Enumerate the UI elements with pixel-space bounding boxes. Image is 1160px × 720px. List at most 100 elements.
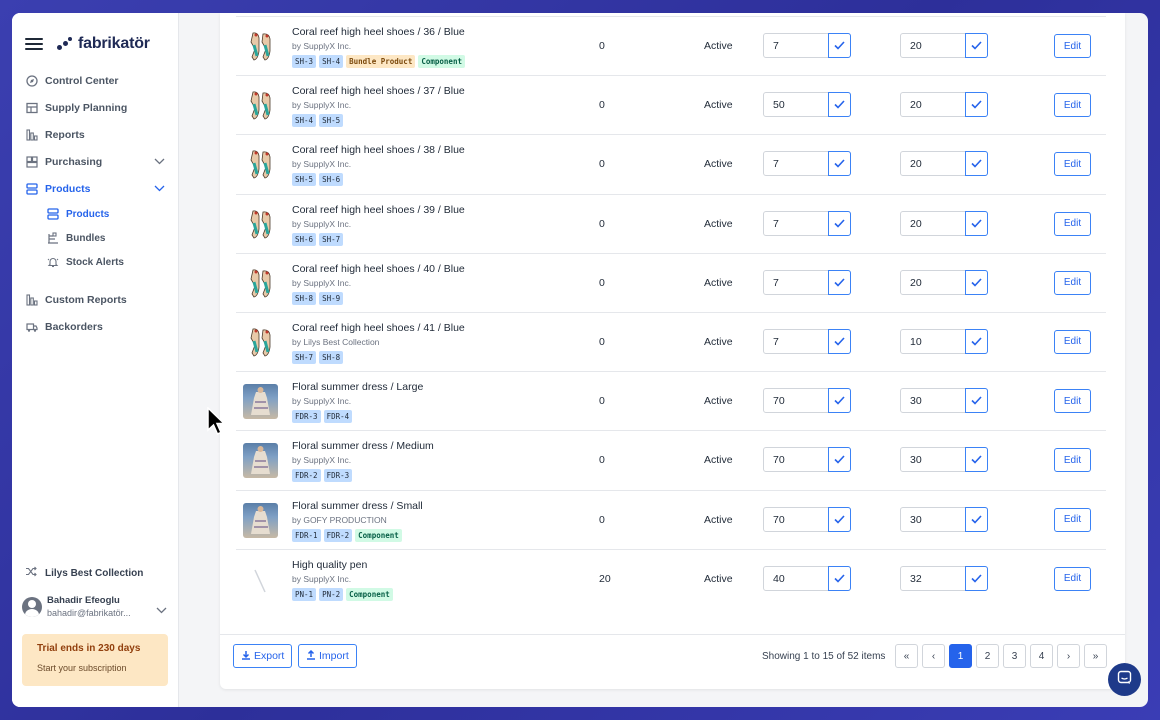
- check-icon[interactable]: [828, 565, 851, 591]
- table-row[interactable]: Coral reef high heel shoes / 36 / Blue by…: [236, 16, 1106, 75]
- table-row[interactable]: Coral reef high heel shoes / 39 / Blue by…: [236, 193, 1106, 253]
- edit-button[interactable]: Edit: [1054, 448, 1091, 473]
- check-icon[interactable]: [828, 269, 851, 295]
- table-row[interactable]: Floral summer dress / Small by GOFY PRODU…: [236, 489, 1106, 549]
- sidebar-subitem-stock-alerts[interactable]: Stock Alerts: [12, 250, 179, 274]
- table-row[interactable]: Coral reef high heel shoes / 40 / Blue by…: [236, 252, 1106, 312]
- sidebar-subitem-products[interactable]: Products: [12, 202, 179, 226]
- lead-time-input[interactable]: 70: [763, 447, 851, 473]
- sidebar-item-purchasing[interactable]: Purchasing: [12, 148, 179, 175]
- check-icon[interactable]: [828, 210, 851, 236]
- product-name[interactable]: Coral reef high heel shoes / 37 / Blue: [292, 85, 465, 97]
- check-icon[interactable]: [828, 447, 851, 473]
- product-name[interactable]: High quality pen: [292, 559, 367, 571]
- lead-time-input[interactable]: 7: [763, 210, 851, 236]
- lead-time-input[interactable]: 70: [763, 388, 851, 414]
- check-icon[interactable]: [828, 151, 851, 177]
- check-icon[interactable]: [828, 506, 851, 532]
- safety-stock-input[interactable]: 20: [900, 92, 988, 118]
- lead-time-input[interactable]: 7: [763, 328, 851, 354]
- check-icon[interactable]: [828, 388, 851, 414]
- product-name[interactable]: Coral reef high heel shoes / 39 / Blue: [292, 204, 465, 216]
- check-icon[interactable]: [965, 151, 988, 177]
- edit-button[interactable]: Edit: [1054, 152, 1091, 177]
- lead-time-input[interactable]: 40: [763, 565, 851, 591]
- check-icon[interactable]: [828, 92, 851, 118]
- sidebar-item-control-center[interactable]: Control Center: [12, 67, 179, 94]
- safety-stock-input[interactable]: 20: [900, 210, 988, 236]
- safety-stock-input[interactable]: 30: [900, 388, 988, 414]
- import-button[interactable]: Import: [298, 644, 357, 668]
- chevron-down-icon[interactable]: [154, 183, 165, 195]
- check-icon[interactable]: [965, 506, 988, 532]
- user-menu[interactable]: Bahadir Efeoglu bahadir@fabrikatör...: [22, 595, 169, 618]
- page-button[interactable]: »: [1084, 644, 1107, 668]
- table-row[interactable]: High quality pen by SupplyX Inc. PN-1 PN-2 C…: [236, 548, 1106, 608]
- sidebar-subitem-bundles[interactable]: Bundles: [12, 226, 179, 250]
- check-icon[interactable]: [965, 388, 988, 414]
- org-switcher[interactable]: Lilys Best Collection: [25, 566, 143, 580]
- product-name[interactable]: Floral summer dress / Large: [292, 381, 423, 393]
- lead-time-input[interactable]: 70: [763, 506, 851, 532]
- product-name[interactable]: Coral reef high heel shoes / 41 / Blue: [292, 322, 465, 334]
- check-icon[interactable]: [965, 447, 988, 473]
- table-row[interactable]: Coral reef high heel shoes / 37 / Blue by…: [236, 75, 1106, 134]
- lead-time-input[interactable]: 7: [763, 269, 851, 295]
- page-button[interactable]: 4: [1030, 644, 1053, 668]
- table-row[interactable]: Floral summer dress / Medium by SupplyX I…: [236, 430, 1106, 489]
- subscription-link[interactable]: Start your subscription: [37, 663, 168, 673]
- edit-button[interactable]: Edit: [1054, 270, 1091, 295]
- edit-button[interactable]: Edit: [1054, 34, 1091, 58]
- table-row[interactable]: Floral summer dress / Large by SupplyX In…: [236, 371, 1106, 430]
- edit-button[interactable]: Edit: [1054, 93, 1091, 118]
- edit-button[interactable]: Edit: [1054, 329, 1091, 354]
- page-button[interactable]: 3: [1003, 644, 1026, 668]
- page-button[interactable]: 1: [949, 644, 972, 668]
- product-name[interactable]: Coral reef high heel shoes / 36 / Blue: [292, 26, 465, 38]
- export-button[interactable]: Export: [233, 644, 293, 668]
- edit-button[interactable]: Edit: [1054, 211, 1091, 236]
- product-name[interactable]: Coral reef high heel shoes / 38 / Blue: [292, 144, 465, 156]
- table-row[interactable]: Coral reef high heel shoes / 41 / Blue by…: [236, 311, 1106, 371]
- check-icon[interactable]: [828, 33, 851, 58]
- sidebar-item-supply-planning[interactable]: Supply Planning: [12, 94, 179, 121]
- safety-stock-input[interactable]: 10: [900, 328, 988, 354]
- edit-button[interactable]: Edit: [1054, 566, 1091, 591]
- check-icon[interactable]: [828, 328, 851, 354]
- sidebar-item-custom-reports[interactable]: Custom Reports: [12, 286, 179, 313]
- lead-time-input[interactable]: 7: [763, 33, 851, 58]
- check-icon[interactable]: [965, 33, 988, 58]
- page-button[interactable]: ›: [1057, 644, 1080, 668]
- edit-button[interactable]: Edit: [1054, 507, 1091, 532]
- check-icon[interactable]: [965, 210, 988, 236]
- sidebar-item-backorders[interactable]: Backorders: [12, 313, 179, 340]
- edit-button[interactable]: Edit: [1054, 389, 1091, 414]
- safety-stock-input[interactable]: 30: [900, 447, 988, 473]
- safety-stock-input[interactable]: 20: [900, 151, 988, 177]
- product-name[interactable]: Coral reef high heel shoes / 40 / Blue: [292, 263, 465, 275]
- sidebar-item-products[interactable]: Products: [12, 175, 179, 202]
- check-icon[interactable]: [965, 269, 988, 295]
- page-button[interactable]: «: [895, 644, 918, 668]
- chevron-down-icon[interactable]: [154, 156, 165, 168]
- chat-button[interactable]: [1108, 663, 1141, 696]
- table-row[interactable]: Coral reef high heel shoes / 38 / Blue by…: [236, 134, 1106, 193]
- page-button[interactable]: 2: [976, 644, 999, 668]
- lead-time-input[interactable]: 7: [763, 151, 851, 177]
- check-icon[interactable]: [965, 328, 988, 354]
- trial-banner[interactable]: Trial ends in 230 days Start your subscr…: [22, 634, 168, 686]
- sidebar-item-label: Custom Reports: [45, 293, 127, 306]
- sidebar-item-reports[interactable]: Reports: [12, 121, 179, 148]
- safety-stock-input[interactable]: 20: [900, 269, 988, 295]
- lead-time-input[interactable]: 50: [763, 92, 851, 118]
- safety-stock-input[interactable]: 20: [900, 33, 988, 58]
- chevron-down-icon[interactable]: [156, 601, 167, 619]
- safety-stock-input[interactable]: 32: [900, 565, 988, 591]
- check-icon[interactable]: [965, 565, 988, 591]
- safety-stock-input[interactable]: 30: [900, 506, 988, 532]
- product-name[interactable]: Floral summer dress / Small: [292, 500, 423, 512]
- menu-icon[interactable]: [25, 38, 43, 50]
- product-name[interactable]: Floral summer dress / Medium: [292, 440, 434, 452]
- page-button[interactable]: ‹: [922, 644, 945, 668]
- check-icon[interactable]: [965, 92, 988, 118]
